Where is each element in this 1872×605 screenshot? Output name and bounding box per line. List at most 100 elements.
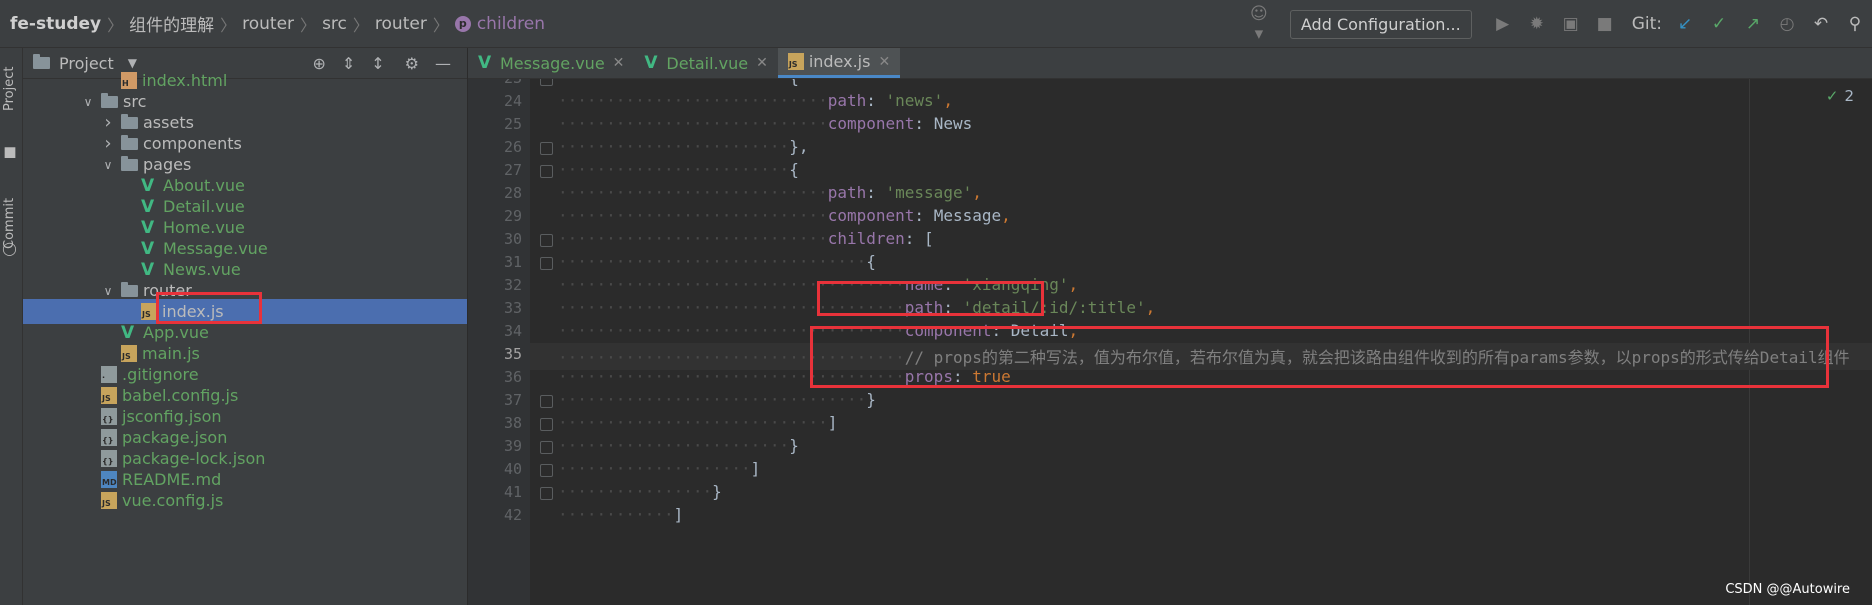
- folder-icon: [121, 113, 138, 129]
- fold-icon[interactable]: [540, 441, 553, 454]
- line-number: 40: [503, 460, 522, 478]
- code-line: ············]: [558, 505, 683, 524]
- property-icon: p: [454, 15, 471, 32]
- code-line: ····························]: [558, 413, 837, 432]
- vue-file-icon: V: [644, 53, 658, 73]
- git-push-icon[interactable]: ↗: [1744, 14, 1762, 34]
- coverage-icon[interactable]: ▣: [1562, 14, 1580, 34]
- code-token: ,: [1068, 275, 1079, 294]
- close-icon[interactable]: ✕: [613, 55, 625, 71]
- js-file-icon: JS: [787, 53, 804, 70]
- chevron-right-icon[interactable]: ›: [101, 112, 115, 133]
- js-file-icon: JS: [141, 303, 157, 320]
- vue-file-icon: V: [478, 53, 492, 73]
- fold-icon[interactable]: [540, 418, 553, 431]
- history-icon[interactable]: ◴: [1778, 14, 1796, 34]
- code-editor[interactable]: 23 24 25 26 27 28 29 30 31 32 33 34 35 36 37 38 39 40 41 42…: [468, 79, 1872, 605]
- git-commit-icon[interactable]: ✓: [1710, 14, 1728, 34]
- code-token: children: [827, 229, 905, 248]
- fold-icon[interactable]: [540, 79, 553, 86]
- chevron-right-icon[interactable]: ›: [101, 133, 115, 154]
- run-icon[interactable]: ▶: [1494, 14, 1512, 34]
- breadcrumb-label: src: [322, 13, 347, 34]
- chevron-down-icon[interactable]: ∨: [101, 158, 115, 172]
- editor-tab[interactable]: JS index.js ✕: [777, 48, 901, 78]
- js-file-icon: JS: [101, 387, 117, 404]
- editor-tab[interactable]: V Detail.vue ✕: [634, 48, 777, 78]
- indent-guide: ····························: [558, 183, 828, 202]
- code-token: }: [866, 390, 876, 409]
- tree-item-label: Detail.vue: [163, 197, 245, 216]
- user-icon[interactable]: ☺▾: [1250, 4, 1268, 44]
- breadcrumb-separator: 〉: [107, 15, 124, 35]
- json-file-icon: {}: [101, 408, 117, 425]
- add-configuration-button[interactable]: Add Configuration...: [1289, 9, 1472, 39]
- breadcrumb-label: fe-studey: [10, 13, 102, 34]
- code-line: ························{: [558, 79, 799, 87]
- code-token: ,: [943, 91, 953, 110]
- tab-label: index.js: [808, 52, 871, 71]
- project-tool-tab-label: Project: [2, 66, 17, 112]
- stop-icon[interactable]: ■: [1596, 14, 1614, 34]
- chevron-down-icon[interactable]: ∨: [81, 95, 95, 109]
- line-number: 35: [503, 345, 522, 363]
- line-number: 30: [503, 230, 522, 248]
- toolbar-right: ☺▾ Add Configuration... ▶ ✹ ▣ ■ Git: ↙ ✓…: [1242, 0, 1872, 48]
- fold-icon[interactable]: [540, 165, 553, 178]
- close-icon[interactable]: ✕: [878, 54, 890, 70]
- vue-file-icon: V: [141, 175, 155, 196]
- code-line: ························},: [558, 137, 808, 156]
- fold-icon[interactable]: [540, 257, 553, 270]
- json-file-icon: {}: [101, 429, 117, 446]
- breadcrumb-item[interactable]: fe-studey: [10, 14, 101, 34]
- tree-item-label: App.vue: [143, 323, 209, 342]
- breadcrumb-item[interactable]: router: [242, 14, 294, 34]
- breadcrumb-item[interactable]: src: [322, 14, 347, 34]
- tree-item[interactable]: JS vue.config.js: [23, 488, 467, 513]
- js-file-icon: JS: [121, 345, 137, 362]
- editor-tabs: V Message.vue ✕ V Detail.vue ✕ JS index.js ✕: [468, 48, 1872, 79]
- indent-guide: ····························: [558, 206, 828, 225]
- indent-guide: ································: [558, 252, 867, 271]
- code-token: :: [866, 91, 886, 110]
- tab-label: Message.vue: [500, 53, 605, 73]
- project-tool-tab[interactable]: Project: [2, 54, 20, 124]
- fold-icon[interactable]: [540, 487, 553, 500]
- line-number: 38: [503, 414, 522, 432]
- breadcrumb-item[interactable]: 组件的理解: [129, 11, 214, 36]
- breadcrumb-item[interactable]: p children: [454, 14, 545, 34]
- inspection-widget[interactable]: ✓ 2: [1826, 87, 1854, 105]
- code-token: component: [827, 114, 915, 133]
- search-icon[interactable]: ⚲: [1846, 14, 1864, 34]
- tab-label: Detail.vue: [666, 53, 749, 73]
- fold-icon[interactable]: [540, 234, 553, 247]
- line-number: 41: [503, 483, 522, 501]
- code-token: }: [789, 436, 799, 455]
- line-number: 28: [503, 184, 522, 202]
- vue-file-icon: V: [141, 259, 155, 280]
- tree-item-label: src: [123, 92, 147, 111]
- rollback-icon[interactable]: ↶: [1812, 14, 1830, 34]
- fold-icon[interactable]: [540, 142, 553, 155]
- fold-icon[interactable]: [540, 395, 553, 408]
- code-line: ································}: [558, 390, 876, 409]
- line-number: 37: [503, 391, 522, 409]
- project-panel: Project ▼ ⊕ ⇕ ↕ ⚙ — Hindex.html ∨ src › asse…: [23, 48, 468, 605]
- close-icon[interactable]: ✕: [756, 55, 768, 71]
- breadcrumb-item[interactable]: router: [375, 14, 427, 34]
- indent-guide: ································: [558, 390, 867, 409]
- fold-icon[interactable]: [540, 464, 553, 477]
- code-line: ································{: [558, 252, 876, 271]
- code-token: ]: [750, 459, 761, 478]
- code-line: ····························component: M…: [558, 206, 1011, 225]
- code-line: ····························children: [: [558, 229, 934, 248]
- tool-window-strip: Project ■ Commit ◯: [0, 48, 23, 605]
- git-update-icon[interactable]: ↙: [1676, 14, 1694, 34]
- debug-icon[interactable]: ✹: [1528, 14, 1546, 34]
- html-file-icon: H: [121, 72, 137, 89]
- git-label: Git:: [1631, 14, 1662, 34]
- vue-file-icon: V: [121, 322, 135, 343]
- editor-tab[interactable]: V Message.vue ✕: [468, 48, 634, 78]
- indent-guide: ························: [558, 160, 790, 179]
- chevron-down-icon[interactable]: ∨: [101, 284, 115, 298]
